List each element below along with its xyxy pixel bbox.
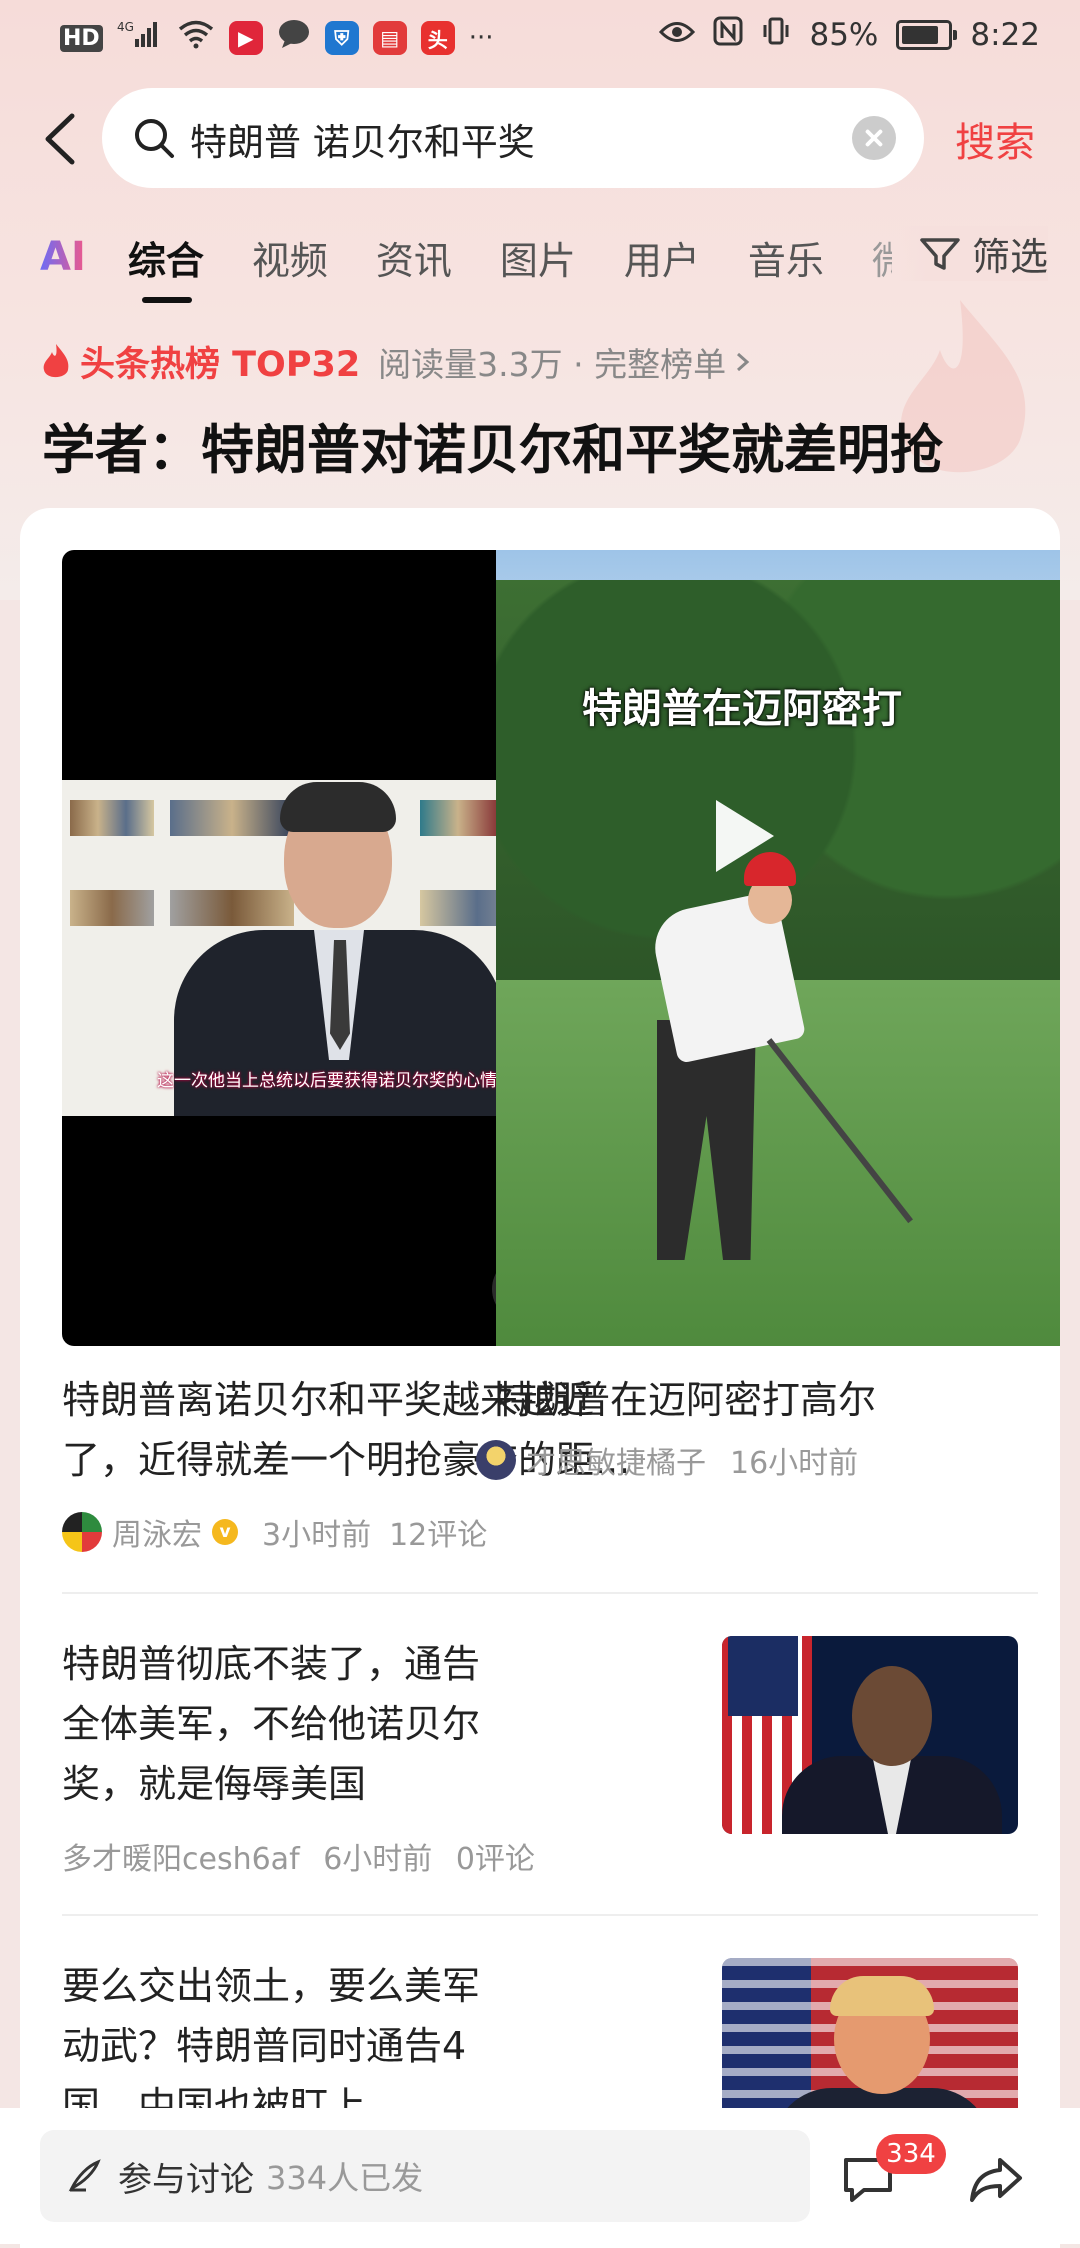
results-card: 这一次他当上总统以后要获得诺贝尔奖的心情更加迫切 特朗普在迈阿密打 特朗普离诺贝… [20,508,1060,2248]
back-button[interactable] [36,104,84,174]
page-title[interactable]: 学者：特朗普对诺贝尔和平奖就差明抢 [42,408,943,484]
battery-percent: 85% [809,17,879,53]
message-icon [277,18,311,58]
author-name[interactable]: 周泳宏 [112,1510,202,1554]
shield-app-icon: ⛨ [324,21,359,55]
news-title[interactable]: 特朗普彻底不装了，通告全体美军，不给他诺贝尔奖，就是侮辱美国 [62,1634,502,1814]
hd-icon: HD [60,24,103,52]
search-icon [135,119,174,158]
news-time: 6小时前 [323,1842,433,1877]
news-comments: 0评论 [455,1842,535,1877]
nfc-icon [713,16,743,54]
category-tabs: AI 综合 视频 资讯 图片 用户 音乐 微 [40,222,892,303]
svg-text:4G: 4G [117,20,134,34]
comment-badge: 334 [876,2134,946,2174]
tab-users[interactable]: 用户 [624,230,700,285]
tab-video[interactable]: 视频 [252,230,328,285]
more-icon: ··· [468,23,494,53]
comment-count: 12评论 [389,1518,488,1553]
post-time: 3小时前 [262,1518,372,1553]
tab-news[interactable]: 资讯 [376,230,452,285]
video-thumbnail-2[interactable]: 特朗普在迈阿密打 [476,550,1060,1346]
bottom-bar: 参与讨论 334人已发 334 [0,2108,1080,2244]
news-source[interactable]: 多才暖阳cesh6af [62,1842,300,1877]
chevron-right-icon [737,352,750,371]
filter-label: 筛选 [972,235,1049,279]
vibrate-icon [761,16,791,54]
fire-icon [43,343,69,377]
hot-list-link[interactable]: 头条热榜 TOP32 阅读量3.3万 · 完整榜单 [40,336,754,387]
author-name[interactable]: 才思敏捷橘子 [526,1438,706,1482]
discuss-input[interactable]: 参与讨论 334人已发 [40,2130,810,2222]
share-button[interactable] [966,2148,1026,2208]
wifi-icon [177,19,215,57]
filter-icon [920,237,960,270]
video-meta: 周泳宏 v 3小时前 12评论 [62,1510,487,1554]
news-app-icon: 头 [420,21,455,55]
video-meta-2: 才思敏捷橘子 16小时前 [476,1438,858,1482]
video-app-icon: ▶ [228,21,263,55]
search-button[interactable]: 搜索 [955,110,1035,168]
signal-icon: 4G [117,19,163,57]
battery-icon [896,20,958,50]
discuss-count: 334人已发 [266,2159,424,2197]
news-thumbnail[interactable] [722,1636,1018,1834]
book-app-icon: ▤ [372,21,407,55]
divider [62,1592,1038,1594]
tab-comprehensive[interactable]: 综合 [128,230,204,303]
divider [62,1914,1038,1916]
discuss-label: 参与讨论 [118,2159,254,2200]
tab-weitoutiao[interactable]: 微 [872,230,892,285]
eye-icon [659,17,696,53]
filter-button[interactable]: 筛选 [898,226,1049,281]
clear-icon[interactable] [852,116,896,160]
video-title-2[interactable]: 特朗普在迈阿密打高尔 [496,1370,1060,1430]
verified-icon: v [212,1519,238,1545]
clock: 8:22 [970,17,1040,53]
hot-rank-tag: 头条热榜 TOP32 [80,345,361,385]
video-overlay-title: 特朗普在迈阿密打 [582,686,902,732]
share-icon [970,2158,1022,2202]
hot-meta: 阅读量3.3万 · 完整榜单 [378,344,727,384]
avatar[interactable] [476,1440,516,1480]
play-icon[interactable] [716,800,774,872]
avatar[interactable] [62,1512,102,1552]
search-input[interactable] [188,106,832,172]
tab-music[interactable]: 音乐 [748,230,824,285]
status-bar: HD 4G ▶ ⛨ ▤ 头 ··· 85% 8:22 [0,0,1080,72]
tab-images[interactable]: 图片 [500,230,576,285]
pen-icon [68,2159,101,2192]
tab-ai[interactable]: AI [40,234,86,280]
post-time: 16小时前 [730,1446,859,1481]
chevron-left-icon [45,113,75,165]
news-meta: 多才暖阳cesh6af 6小时前 0评论 [62,1834,535,1878]
search-bar[interactable] [102,88,924,188]
